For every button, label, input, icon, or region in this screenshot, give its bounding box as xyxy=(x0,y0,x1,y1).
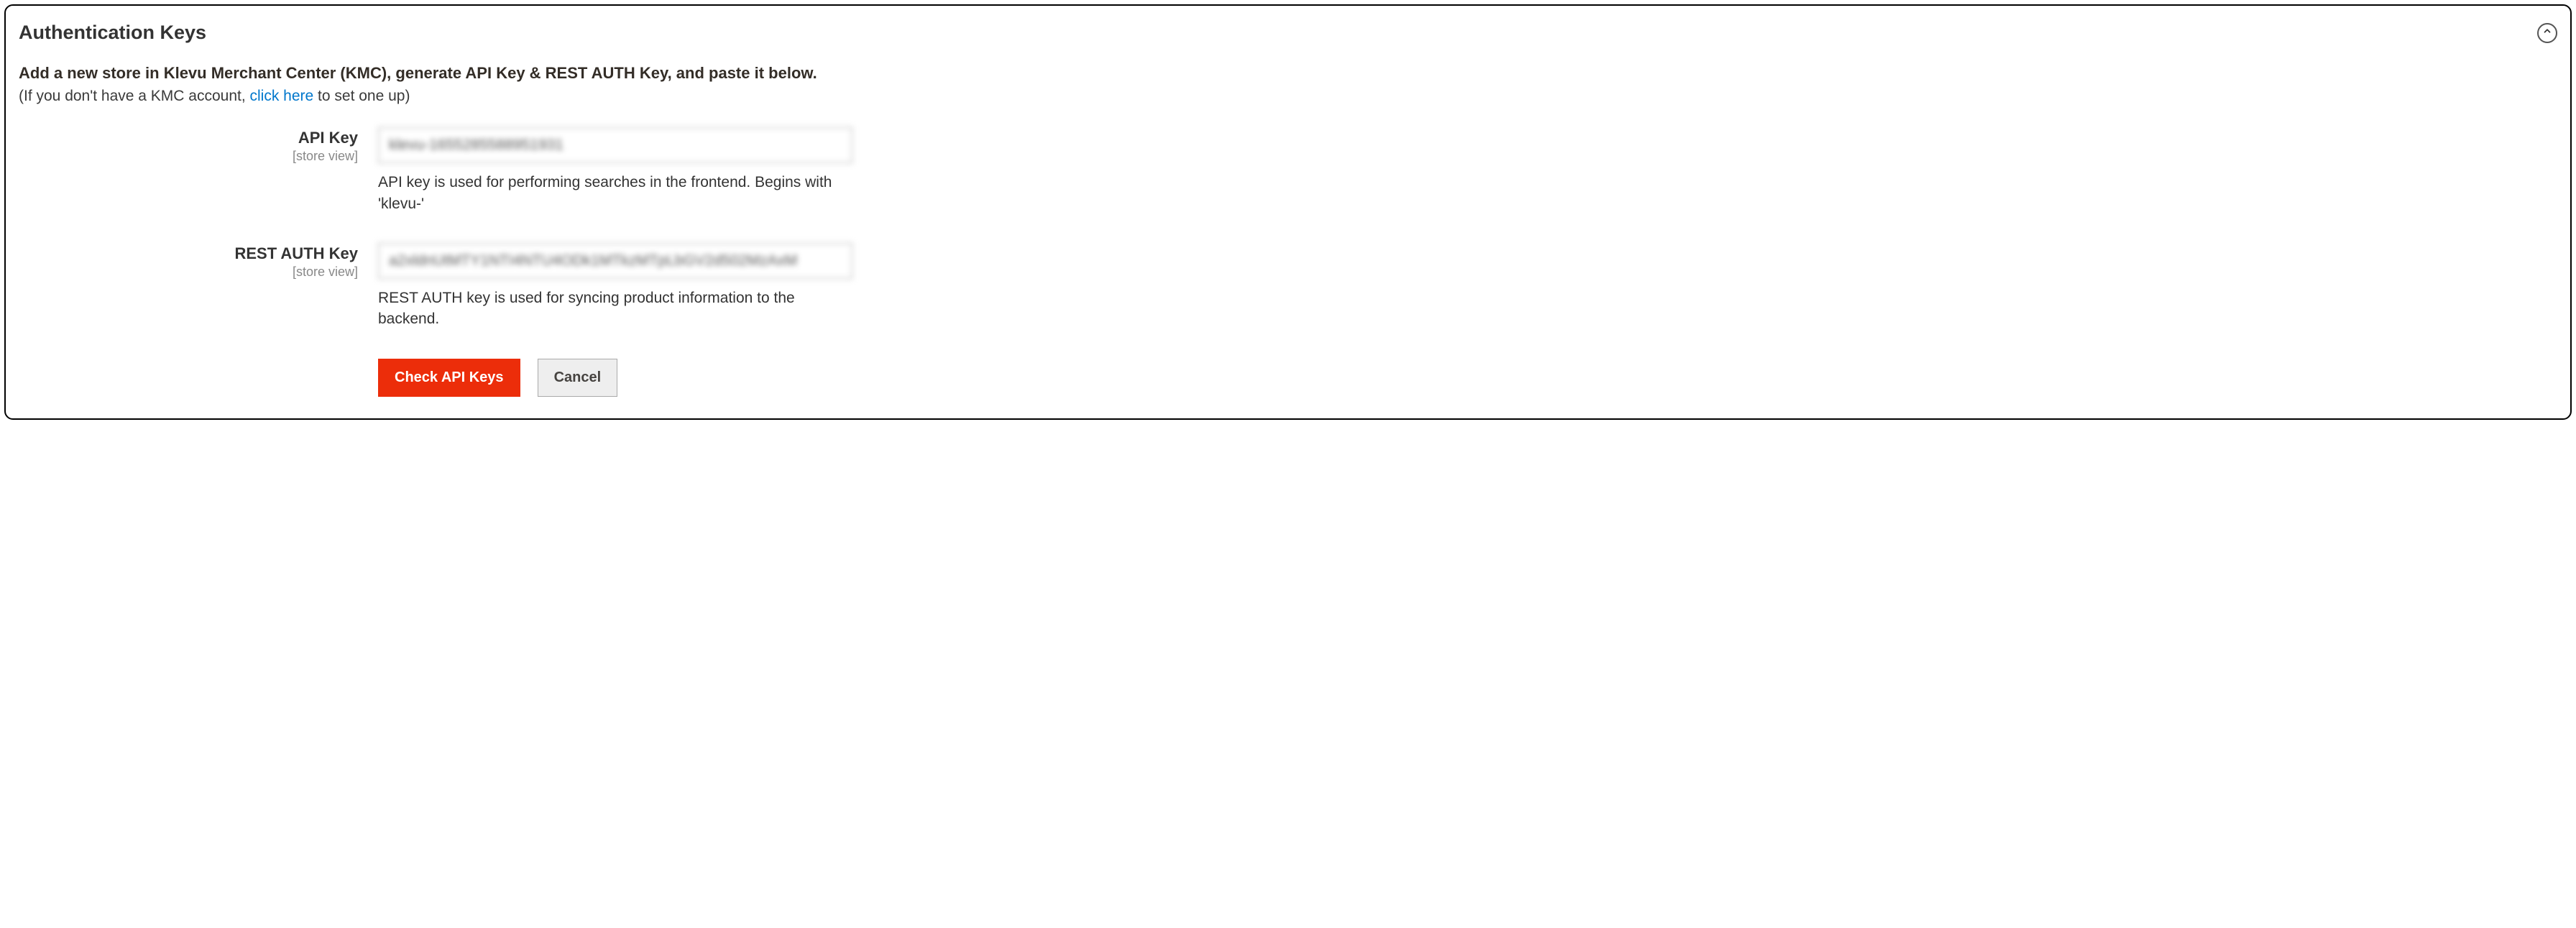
cancel-button[interactable]: Cancel xyxy=(538,359,618,397)
panel-title: Authentication Keys xyxy=(19,22,206,44)
rest-auth-label-col: REST AUTH Key [store view] xyxy=(19,243,378,330)
rest-auth-note: REST AUTH key is used for syncing produc… xyxy=(378,288,852,330)
intro-text: Add a new store in Klevu Merchant Center… xyxy=(19,63,2557,107)
chevron-up-icon xyxy=(2542,26,2552,40)
api-key-label-col: API Key [store view] xyxy=(19,127,378,214)
intro-sub: (If you don't have a KMC account, click … xyxy=(19,85,2557,108)
check-api-keys-button[interactable]: Check API Keys xyxy=(378,359,520,397)
rest-auth-row: REST AUTH Key [store view] REST AUTH key… xyxy=(19,243,2557,330)
api-key-note: API key is used for performing searches … xyxy=(378,172,852,214)
api-key-row: API Key [store view] API key is used for… xyxy=(19,127,2557,214)
kmc-signup-link[interactable]: click here xyxy=(250,88,314,104)
actions-row: Check API Keys Cancel xyxy=(378,359,2557,397)
rest-auth-input[interactable] xyxy=(378,243,852,279)
rest-auth-scope: [store view] xyxy=(19,265,358,280)
api-key-value-col: API key is used for performing searches … xyxy=(378,127,852,214)
api-key-input[interactable] xyxy=(378,127,852,163)
intro-bold: Add a new store in Klevu Merchant Center… xyxy=(19,63,2557,85)
rest-auth-label: REST AUTH Key xyxy=(19,244,358,263)
api-key-scope: [store view] xyxy=(19,149,358,164)
api-key-label: API Key xyxy=(19,129,358,147)
rest-auth-value-col: REST AUTH key is used for syncing produc… xyxy=(378,243,852,330)
panel-header: Authentication Keys xyxy=(19,22,2557,44)
collapse-toggle-button[interactable] xyxy=(2537,23,2557,43)
auth-keys-panel: Authentication Keys Add a new store in K… xyxy=(4,4,2572,420)
intro-sub-prefix: (If you don't have a KMC account, xyxy=(19,88,250,104)
intro-sub-suffix: to set one up) xyxy=(313,88,410,104)
